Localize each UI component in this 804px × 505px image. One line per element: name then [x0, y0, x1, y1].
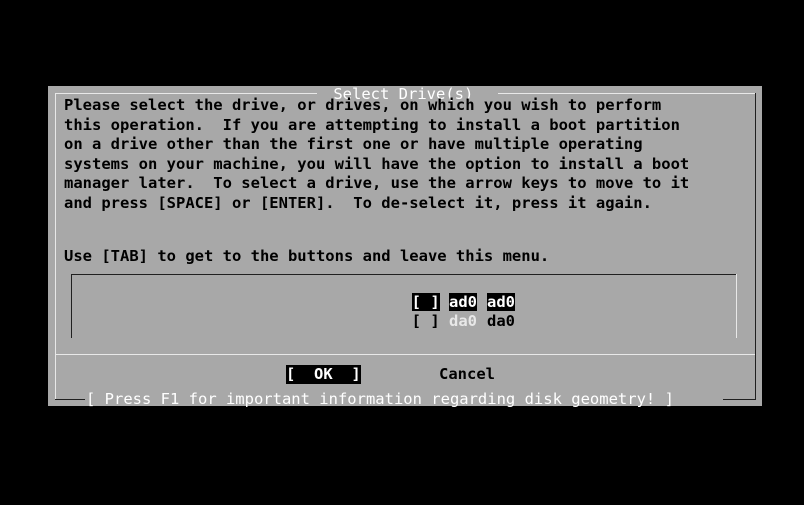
instructions-text: Please select the drive, or drives, on w…	[64, 96, 754, 214]
instruction-line: this operation. If you are attempting to…	[64, 115, 680, 134]
dialog-frame-bottom-right	[723, 399, 756, 400]
instruction-line: and press [SPACE] or [ENTER]. To de-sele…	[64, 193, 652, 212]
instruction-line: on a drive other than the first one or h…	[64, 135, 643, 154]
tab-hint: Use [TAB] to get to the buttons and leav…	[64, 247, 550, 265]
cancel-button[interactable]: Cancel	[439, 365, 495, 384]
select-drives-dialog: Select Drive(s) Please select the drive,…	[48, 85, 762, 408]
drive-list-frame-right	[736, 274, 737, 338]
dialog-frame-top-left	[55, 93, 317, 94]
drive-name-da0: da0	[449, 312, 477, 330]
console-screen: Select Drive(s) Please select the drive,…	[0, 0, 804, 505]
instruction-line: systems on your machine, you will have t…	[64, 154, 690, 173]
drive-checkbox-da0[interactable]: [ ]	[412, 312, 440, 330]
instruction-line: manager later. To select a drive, use th…	[64, 174, 690, 193]
instruction-line: Please select the drive, or drives, on w…	[64, 96, 662, 114]
drive-item-da0[interactable]: [ ] da0 da0	[337, 293, 515, 330]
drive-list: [ ] ad0 ad0 [ ] da0 da0	[71, 274, 737, 338]
dialog-frame-top-right	[498, 93, 756, 94]
drive-item-ad0[interactable]: [ ] ad0 ad0	[337, 274, 515, 311]
drive-description-da0: da0	[487, 312, 515, 330]
ok-button[interactable]: [ OK ]	[286, 365, 361, 384]
drive-list-frame-left	[71, 274, 72, 338]
f1-help-hint: [ Press F1 for important information reg…	[86, 390, 674, 408]
dialog-frame-right	[755, 93, 756, 400]
dialog-frame-bottom-left	[55, 399, 85, 400]
button-separator	[55, 354, 755, 355]
